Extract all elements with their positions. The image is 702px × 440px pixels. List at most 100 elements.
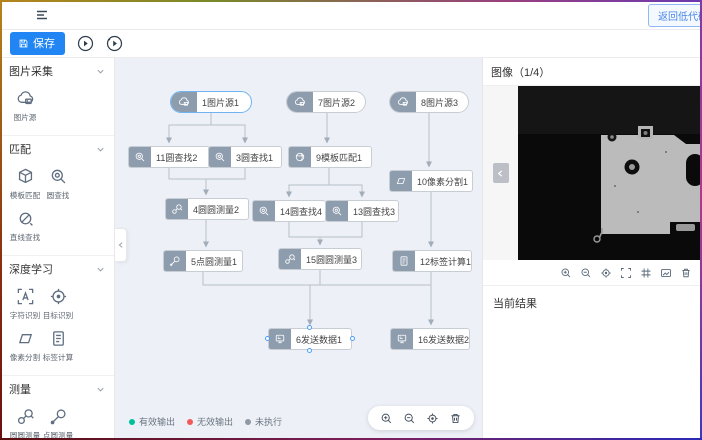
tool-ocr[interactable]: 字符识别 [9,284,41,326]
flow-node[interactable]: 14圆查找4 [252,200,326,222]
flow-node[interactable]: 12标签计算1 [392,250,472,272]
save-button[interactable]: 保存 [10,32,65,55]
tool-label-calc[interactable]: 标签计算 [42,326,74,368]
chevron-down-icon [96,385,105,394]
point-circle-measure-icon [164,251,186,271]
cloud-icon [171,92,197,112]
image-icon[interactable] [660,267,672,279]
chevron-left-icon [496,169,505,178]
flow-node[interactable]: 8图片源3 [389,91,469,113]
flow-node[interactable]: 1图片源1 [170,91,252,113]
green-dot [129,419,135,425]
zoom-in-icon[interactable] [380,412,393,425]
node-label: 7图片源2 [313,96,360,109]
section-image-capture: 图片采集 图片源 [0,58,114,136]
node-handle-bottom[interactable] [307,348,312,353]
node-label: 4圆圆测量2 [188,203,244,216]
locate-icon[interactable] [426,412,439,425]
section-title: 匹配 [9,141,31,157]
trash-icon[interactable] [680,267,692,279]
save-label: 保存 [33,35,55,51]
legend-not-executed: 未执行 [245,415,282,428]
node-label: 3圆查找1 [231,151,278,164]
flow-node[interactable]: 10像素分割1 [389,170,473,192]
tool-label: 目标识别 [43,310,73,320]
flow-node[interactable]: 15圆圆测量3 [278,248,362,270]
node-label: 16发送数据2 [413,333,474,346]
tool-pixel-segment[interactable]: 像素分割 [9,326,41,368]
ocr-icon [16,287,35,306]
tool-line-find[interactable]: 直线查找 [9,206,41,248]
tool-circle-find[interactable]: 圆查找 [42,164,74,206]
node-label: 11圆查找2 [151,151,202,164]
section-deep-learning: 深度学习 字符识别 目标识别 像素分割 [0,256,114,376]
chevron-down-icon [96,67,105,76]
legend-valid-output: 有效输出 [129,415,175,428]
run-once-icon[interactable] [106,35,123,52]
flow-node[interactable]: 13圆查找3 [325,200,399,222]
flow-node[interactable]: 16发送数据2 [390,328,470,350]
cube-icon [16,167,35,186]
flow-canvas[interactable]: 1图片源1 7图片源2 8图片源3 11圆查找2 3圆查找1 9模板匹配1 [115,58,482,440]
circle-circle-measure-icon [279,249,301,269]
segment-icon [16,329,35,348]
run-icon[interactable] [77,35,94,52]
segment-icon [390,171,412,191]
tool-object-detect[interactable]: 目标识别 [42,284,74,326]
zoom-out-icon[interactable] [580,267,592,279]
red-dot [187,419,193,425]
image-viewer [483,86,702,260]
label-calc-icon [49,329,68,348]
flow-node[interactable]: 4圆圆测量2 [165,198,249,220]
node-label: 13圆查找3 [348,205,400,218]
flow-node[interactable]: 11圆查找2 [128,146,210,168]
back-to-lowcode-button[interactable]: 返回低代码 [648,4,702,27]
node-label: 6发送数据1 [291,333,347,346]
result-panel: 图像（1/4） [482,58,702,440]
tool-image-source[interactable]: 图片源 [9,86,41,128]
tool-template-match[interactable]: 模板匹配 [9,164,41,206]
section-measure: 测量 圆圆测量 点圆测量 点点测量 [0,376,114,440]
grid-icon[interactable] [640,267,652,279]
chevron-left-icon [117,241,125,249]
image-toolbar [483,260,702,286]
flow-node[interactable]: 7图片源2 [286,91,366,113]
menu-icon[interactable] [34,7,50,23]
tool-point-circle-measure[interactable]: 点圆测量 [42,404,74,440]
trash-icon[interactable] [449,412,462,425]
section-match: 匹配 模板匹配 圆查找 直线查找 [0,136,114,256]
inspection-image[interactable] [518,86,702,260]
section-header[interactable]: 图片采集 [9,63,105,79]
tool-label: 图片源 [14,112,37,122]
section-header[interactable]: 测量 [9,381,105,397]
zoom-in-icon[interactable] [560,267,572,279]
locate-icon[interactable] [600,267,612,279]
section-header[interactable]: 深度学习 [9,261,105,277]
circle-find-icon [129,147,151,167]
prev-image-button[interactable] [493,163,509,183]
circle-find-icon [49,167,68,186]
section-header[interactable]: 匹配 [9,141,105,157]
flow-node[interactable]: 3圆查找1 [208,146,282,168]
sphere-icon [289,147,311,167]
node-handle-right[interactable] [350,336,355,341]
tool-label: 直线查找 [10,232,40,242]
flow-node-selected[interactable]: 6发送数据1 [268,328,352,350]
tool-circle-circle-measure[interactable]: 圆圆测量 [9,404,41,440]
part-photo [518,86,702,260]
target-icon [49,287,68,306]
node-label: 5点圆测量1 [186,255,242,268]
tool-label: 标签计算 [43,352,73,362]
flow-node[interactable]: 9模板匹配1 [288,146,372,168]
sidebar-collapse-handle[interactable] [115,228,127,262]
cloud-icon [390,92,416,112]
node-handle-top[interactable] [307,325,312,330]
flow-node[interactable]: 5点圆测量1 [163,250,243,272]
fullscreen-icon[interactable] [620,267,632,279]
section-title: 测量 [9,381,31,397]
gray-dot [245,419,251,425]
node-handle-left[interactable] [265,336,270,341]
zoom-out-icon[interactable] [403,412,416,425]
node-label: 15圆圆测量3 [301,253,362,266]
tool-label: 圆查找 [47,190,70,200]
